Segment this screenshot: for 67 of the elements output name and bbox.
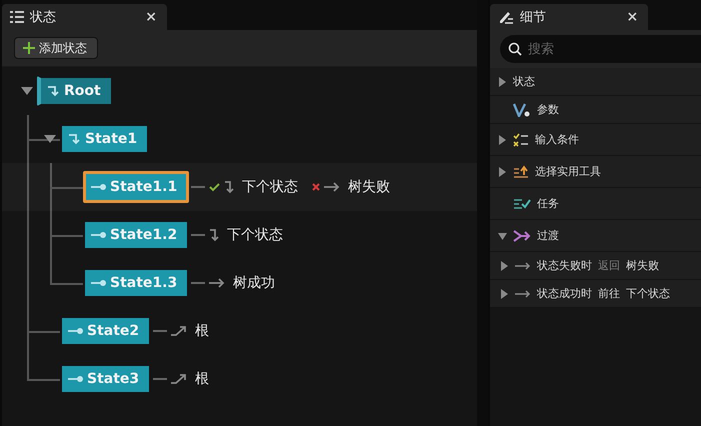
transition-text: 前往 [598, 286, 620, 301]
arrow-dot-icon [91, 231, 107, 239]
merge-arrow-icon [513, 228, 532, 244]
collapsed-arrow-icon[interactable] [500, 288, 510, 298]
transition-text: 树失败 [626, 258, 660, 273]
upload-list-icon [513, 164, 530, 178]
transition-target: 根 [195, 322, 210, 340]
add-state-button[interactable]: 添加状态 [14, 37, 98, 59]
collapsed-arrow-icon[interactable] [500, 260, 510, 270]
close-button[interactable]: × [145, 9, 157, 25]
section-label: 过渡 [537, 228, 560, 243]
section-label: 状态 [513, 74, 536, 89]
transition-target: 树成功 [233, 274, 276, 292]
section-label: 输入条件 [535, 132, 580, 147]
search-icon [508, 42, 522, 56]
transition-text: 下个状态 [626, 286, 670, 301]
v-letter-icon [513, 102, 532, 116]
search-field[interactable]: 搜索 [500, 35, 701, 63]
transition-row[interactable]: 状态成功时 前往 下个状态 [490, 280, 701, 308]
transition-target: 下个状态 [242, 178, 298, 196]
task-check-icon [513, 198, 532, 210]
transition-text: 状态成功时 [537, 286, 592, 301]
section-header[interactable]: 输入条件 [490, 124, 701, 156]
up-right-arrow-icon [171, 373, 188, 385]
tab-title: 细节 [520, 9, 548, 26]
right-arrow-icon [515, 262, 532, 270]
list-icon [10, 11, 24, 23]
turn-down-arrow-icon [47, 84, 61, 98]
section-label: 任务 [537, 196, 560, 211]
up-right-arrow-icon [171, 325, 188, 337]
section-header[interactable]: 状态 [490, 68, 701, 96]
expand-arrow-icon[interactable] [44, 134, 56, 144]
turn-down-arrow-icon [68, 132, 82, 146]
arrow-dot-icon [68, 327, 84, 335]
collapsed-arrow-icon[interactable] [498, 166, 508, 176]
check-icon [209, 182, 220, 192]
section-label: 选择实用工具 [535, 164, 602, 179]
transition-target: 根 [195, 370, 210, 388]
right-arrow-icon [324, 182, 340, 192]
transition-row[interactable]: 状态失败时 返回 树失败 [490, 252, 701, 280]
plus-icon [23, 42, 35, 54]
state-node[interactable]: Root [37, 76, 113, 106]
turn-down-arrow-icon [224, 180, 234, 194]
collapsed-arrow-icon[interactable] [498, 134, 508, 144]
arrow-dot-icon [68, 375, 84, 383]
section-label: 参数 [537, 102, 560, 117]
transition-text: 状态失败时 [537, 258, 592, 273]
arrow-dot-icon [91, 183, 107, 191]
section-header[interactable]: 过渡 [490, 220, 701, 252]
pencil-icon [498, 10, 514, 24]
checklist-icon [513, 132, 530, 146]
cross-icon [312, 183, 320, 191]
arrow-dot-icon [91, 279, 107, 287]
tab-title: 状态 [30, 9, 57, 26]
transition-text: 返回 [598, 258, 620, 273]
right-arrow-icon [515, 290, 532, 298]
close-button[interactable]: × [626, 9, 638, 25]
expanded-arrow-icon[interactable] [498, 230, 508, 240]
section-header[interactable]: 任务 [490, 188, 701, 220]
section-header[interactable]: 选择实用工具 [490, 156, 701, 188]
transition-target: 树失败 [348, 178, 390, 196]
transition-target: 下个状态 [227, 226, 284, 244]
right-arrow-icon [209, 278, 226, 288]
section-header[interactable]: 参数 [490, 96, 701, 124]
turn-down-arrow-icon [209, 228, 220, 242]
expand-arrow-icon[interactable] [21, 86, 33, 96]
collapsed-arrow-icon[interactable] [498, 76, 508, 86]
